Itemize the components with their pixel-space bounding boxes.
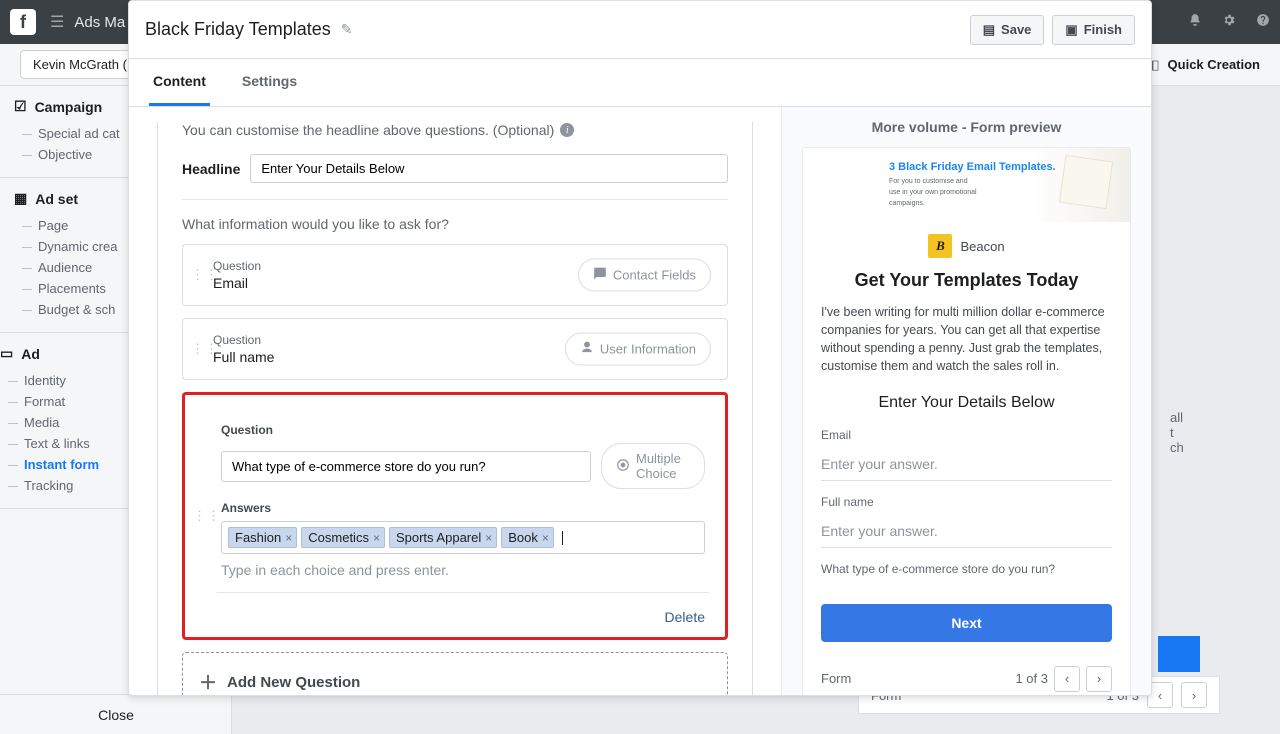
answers-hint: Type in each choice and press enter. — [221, 562, 705, 578]
drag-handle-icon[interactable]: ⋮⋮ — [191, 267, 219, 283]
text-cursor — [562, 531, 563, 545]
answer-tag: Fashion× — [228, 527, 297, 548]
preview-next-button[interactable]: Next — [821, 604, 1112, 642]
save-icon: ▤ — [983, 22, 995, 38]
remove-tag-icon[interactable]: × — [285, 531, 292, 545]
question-card-custom: ⋮⋮ Question Multiple Choice Answers Fash… — [182, 392, 728, 640]
adset-icon: ▦ — [14, 190, 27, 207]
drag-handle-icon[interactable]: ⋮⋮ — [193, 508, 221, 524]
pager-next-bg[interactable]: › — [1181, 682, 1207, 708]
modal-header: Black Friday Templates ✎ ▤Save ▣Finish — [129, 1, 1151, 59]
bg-truncated-text: all t ch — [1170, 410, 1220, 455]
bell-icon[interactable] — [1188, 13, 1202, 32]
save-button[interactable]: ▤Save — [970, 15, 1045, 45]
delete-question-link[interactable]: Delete — [221, 609, 705, 625]
form-editor-modal: Black Friday Templates ✎ ▤Save ▣Finish C… — [128, 0, 1152, 696]
remove-tag-icon[interactable]: × — [542, 531, 549, 545]
preview-field-fullname[interactable]: Enter your answer. — [821, 515, 1112, 548]
preview-pager-next[interactable]: › — [1086, 666, 1112, 692]
account-selector[interactable]: Kevin McGrath ( — [20, 50, 140, 79]
info-icon[interactable]: i — [560, 123, 574, 137]
preview-pager-prev[interactable]: ‹ — [1054, 666, 1080, 692]
chat-icon — [593, 267, 607, 284]
custom-question-input[interactable] — [221, 451, 591, 482]
plus-icon: ＋ — [199, 669, 217, 695]
preview-field-label-q3: What type of e-commerce store do you run… — [821, 562, 1112, 576]
modal-title: Black Friday Templates — [145, 19, 331, 40]
answer-tag: Sports Apparel× — [389, 527, 497, 548]
preview-footer-label: Form — [821, 671, 851, 686]
notepad-illustration — [1059, 155, 1113, 209]
drag-handle-icon[interactable]: ⋮⋮ — [191, 341, 219, 357]
facebook-logo[interactable]: f — [10, 9, 36, 35]
edit-title-icon[interactable]: ✎ — [341, 21, 353, 38]
preview-heading: Get Your Templates Today — [803, 270, 1130, 303]
ad-icon: ▭ — [0, 345, 13, 362]
add-new-question-button[interactable]: ＋ Add New Question — [182, 652, 728, 695]
question-card-fullname[interactable]: ⋮⋮ Question Full name User Information — [182, 318, 728, 380]
remove-tag-icon[interactable]: × — [373, 531, 380, 545]
bg-next-button[interactable] — [1158, 636, 1200, 672]
radio-icon — [616, 458, 630, 475]
preview-canvas: 3 Black Friday Email Templates. For you … — [802, 147, 1131, 696]
answer-tag: Book× — [501, 527, 554, 548]
gear-icon[interactable] — [1222, 13, 1236, 32]
preview-field-label-fullname: Full name — [821, 495, 1112, 509]
answer-tag: Cosmetics× — [301, 527, 385, 548]
user-info-pill[interactable]: User Information — [565, 333, 711, 366]
brand-name: Beacon — [960, 239, 1004, 254]
question-card-email[interactable]: ⋮⋮ Question Email Contact Fields — [182, 244, 728, 306]
user-icon — [580, 341, 594, 358]
customise-description: You can customise the headline above que… — [182, 122, 728, 138]
remove-tag-icon[interactable]: × — [485, 531, 492, 545]
tab-content[interactable]: Content — [149, 59, 210, 106]
quick-creation-link[interactable]: Quick Creation — [1168, 57, 1260, 72]
preview-field-label-email: Email — [821, 428, 1112, 442]
form-preview-panel: More volume - Form preview 3 Black Frida… — [781, 107, 1151, 695]
finish-icon: ▣ — [1065, 22, 1077, 38]
ask-for-label: What information would you like to ask f… — [182, 216, 728, 232]
form-editor-panel: You can customise the headline above que… — [129, 107, 781, 695]
preview-field-email[interactable]: Enter your answer. — [821, 448, 1112, 481]
hamburger-icon[interactable]: ☰ — [50, 12, 64, 32]
finish-button[interactable]: ▣Finish — [1052, 15, 1135, 45]
app-title: Ads Ma — [74, 14, 125, 31]
preview-description: I've been writing for multi million doll… — [803, 303, 1130, 390]
tab-settings[interactable]: Settings — [238, 59, 301, 106]
brand-logo: B — [928, 234, 952, 258]
help-icon[interactable] — [1256, 13, 1270, 32]
multiple-choice-pill[interactable]: Multiple Choice — [601, 443, 705, 489]
answers-input[interactable]: Fashion× Cosmetics× Sports Apparel× Book… — [221, 521, 705, 554]
close-button[interactable]: Close — [0, 694, 232, 734]
preview-subheading: Enter Your Details Below — [803, 390, 1130, 428]
contact-fields-pill[interactable]: Contact Fields — [578, 259, 711, 292]
tab-strip: Content Settings — [129, 59, 1151, 107]
preview-banner: 3 Black Friday Email Templates. For you … — [803, 148, 1130, 222]
headline-input[interactable] — [250, 154, 728, 183]
campaign-icon: ☑ — [14, 98, 27, 115]
headline-label: Headline — [182, 161, 240, 177]
preview-header: More volume - Form preview — [782, 107, 1151, 147]
